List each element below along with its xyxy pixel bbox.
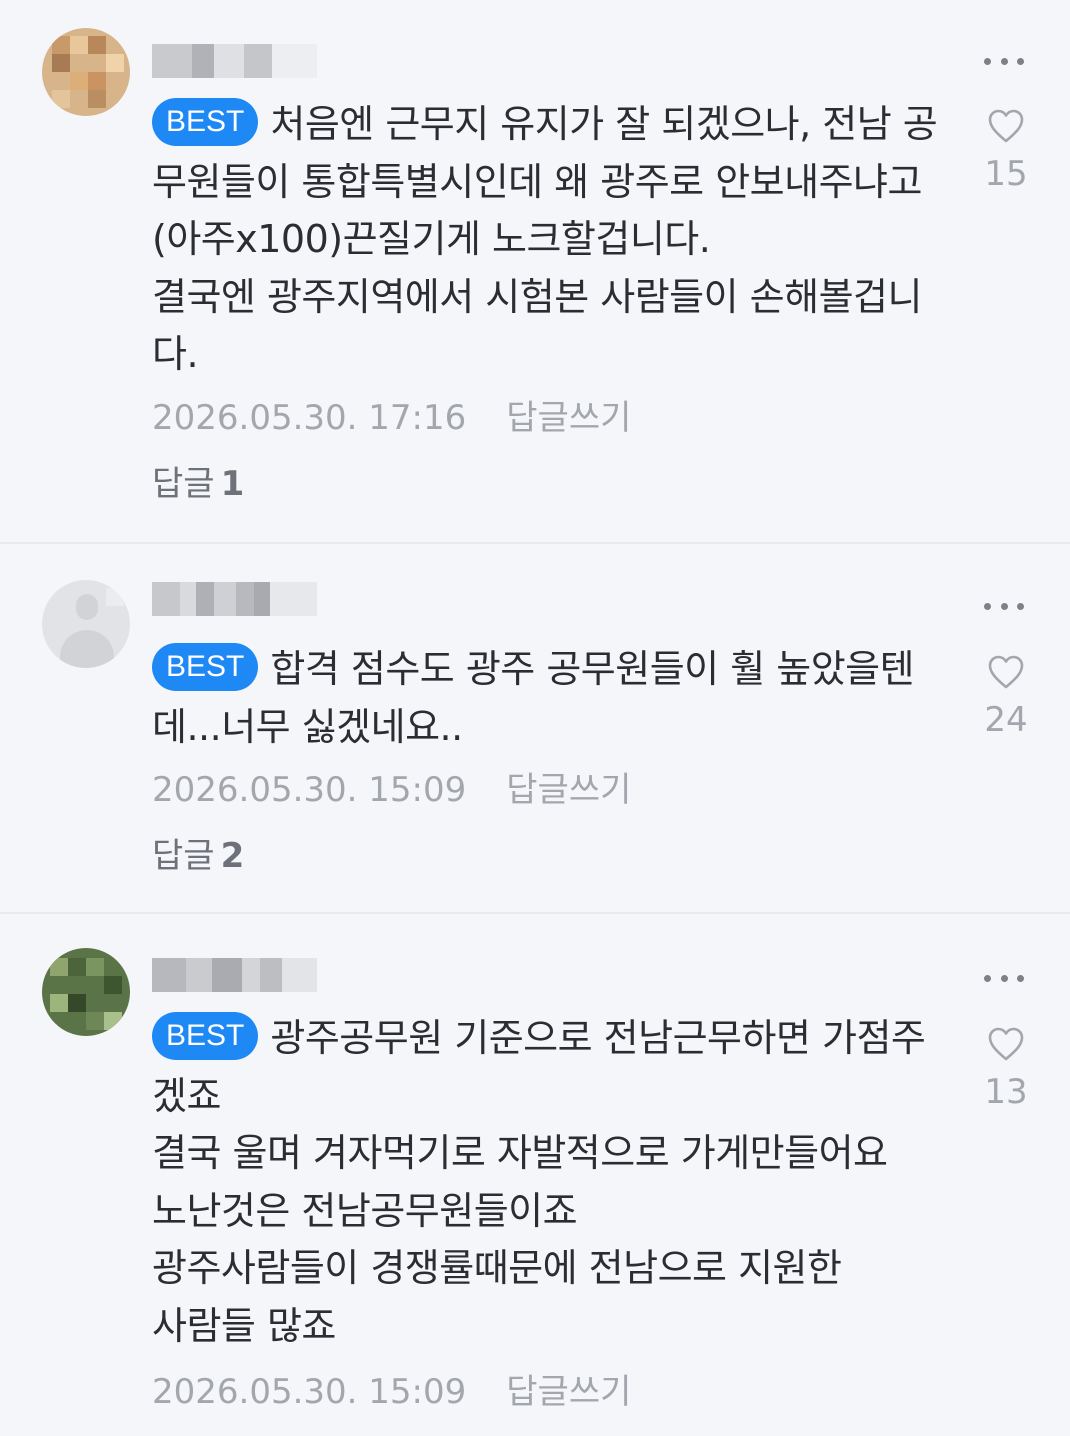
avatar[interactable] [42, 580, 130, 668]
heart-outline-icon [988, 109, 1024, 143]
comment-text: 합격 점수도 광주 공무원들이 훨 높았을텐 데...너무 싫겠네요.. [152, 647, 915, 749]
replies-count: 2 [220, 836, 245, 876]
comment-body: BEST 처음엔 근무지 유지가 잘 되겠으나, 전남 공 무원들이 통합특별시인… [152, 96, 942, 384]
heart-outline-icon [988, 1027, 1024, 1061]
timestamp: 2026.05.30. 17:16 [152, 398, 467, 438]
like-button[interactable]: 15 [978, 108, 1034, 194]
reply-write-link[interactable]: 답글쓰기 [506, 1372, 631, 1412]
more-options-button[interactable] [984, 596, 1024, 616]
avatar[interactable] [42, 948, 130, 1036]
like-count: 15 [984, 154, 1028, 194]
more-options-button[interactable] [984, 968, 1024, 988]
more-dots-icon [984, 974, 991, 982]
reply-write-link[interactable]: 답글쓰기 [506, 398, 631, 438]
best-badge: BEST [152, 1012, 259, 1060]
comment-meta: 2026.05.30. 15:09 답글쓰기 [152, 1372, 631, 1412]
replies-label: 답글 [152, 836, 215, 876]
best-badge: BEST [152, 643, 259, 691]
more-dots-icon [984, 602, 991, 610]
like-count: 13 [984, 1072, 1028, 1112]
username-blurred[interactable] [152, 44, 317, 78]
more-options-button[interactable] [984, 51, 1024, 71]
comment-text: 광주공무원 기준으로 전남근무하면 가점주 겠죠 결국 울며 겨자먹기로 자발적… [152, 1016, 926, 1348]
timestamp: 2026.05.30. 15:09 [152, 770, 467, 810]
comment-item: BEST 처음엔 근무지 유지가 잘 되겠으나, 전남 공 무원들이 통합특별시인… [0, 0, 1070, 542]
like-button[interactable]: 24 [978, 654, 1034, 740]
heart-outline-icon [988, 655, 1024, 689]
comment-item: BEST 합격 점수도 광주 공무원들이 훨 높았을텐 데...너무 싫겠네요..… [0, 544, 1070, 912]
reply-write-link[interactable]: 답글쓰기 [506, 770, 631, 810]
replies-toggle[interactable]: 답글 1 [152, 464, 244, 504]
like-count: 24 [984, 700, 1028, 740]
comment-text: 처음엔 근무지 유지가 잘 되겠으나, 전남 공 무원들이 통합특별시인데 왜 … [152, 102, 938, 376]
replies-count: 1 [220, 464, 245, 504]
replies-toggle[interactable]: 답글 2 [152, 836, 244, 876]
username-blurred[interactable] [152, 958, 317, 992]
comment-meta: 2026.05.30. 17:16 답글쓰기 [152, 398, 631, 438]
like-button[interactable]: 13 [978, 1026, 1034, 1112]
comment-item: BEST 광주공무원 기준으로 전남근무하면 가점주 겠죠 결국 울며 겨자먹기로… [0, 914, 1070, 1436]
comment-body: BEST 합격 점수도 광주 공무원들이 훨 높았을텐 데...너무 싫겠네요.. [152, 641, 942, 756]
best-badge: BEST [152, 98, 259, 146]
username-blurred[interactable] [152, 582, 317, 616]
comment-meta: 2026.05.30. 15:09 답글쓰기 [152, 770, 631, 810]
replies-label: 답글 [152, 464, 215, 504]
comment-body: BEST 광주공무원 기준으로 전남근무하면 가점주 겠죠 결국 울며 겨자먹기로… [152, 1010, 942, 1355]
avatar[interactable] [42, 28, 130, 116]
more-dots-icon [984, 57, 991, 65]
timestamp: 2026.05.30. 15:09 [152, 1372, 467, 1412]
